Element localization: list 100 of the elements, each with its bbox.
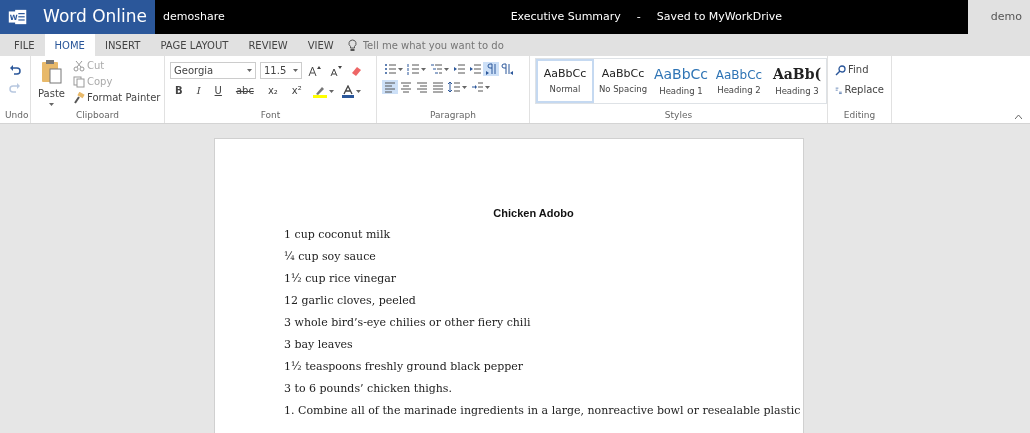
italic-button[interactable]: I [191, 83, 206, 99]
increase-indent-button[interactable] [467, 62, 483, 76]
ribbon-tab[interactable]: REVIEW [238, 34, 298, 56]
painter-button[interactable]: Format Painter [71, 90, 163, 106]
align-right-icon [416, 81, 428, 93]
grow-font-button[interactable] [306, 63, 323, 78]
justify-icon [432, 81, 444, 93]
line-spacing-button[interactable] [446, 80, 469, 94]
style-option[interactable]: AaBbCc No Spacing [594, 59, 652, 103]
ingredient-line: ¼ cup soy sauce [284, 249, 376, 264]
app-name[interactable]: Word Online [43, 4, 147, 30]
site-name[interactable]: demoshare [163, 8, 225, 26]
style-option[interactable]: AaBbCc Heading 2 [710, 59, 768, 103]
ingredient-line: 1. Combine all of the marinade ingredients in a large, nonreactive bowl or resealable plastic [284, 403, 801, 418]
font-size-dropdown[interactable]: 11.5 [260, 62, 302, 79]
paragraph-indent-button[interactable] [469, 80, 492, 94]
user-menu[interactable]: demo [968, 0, 1030, 34]
shrink-font-button[interactable] [327, 63, 344, 78]
style-name: Normal [549, 82, 581, 96]
user-name[interactable]: demo [990, 8, 1022, 26]
ingredient-line: 3 whole bird’s-eye chilies or other fiery chili [284, 315, 531, 330]
search-icon [835, 64, 846, 76]
bullet-list-icon [384, 63, 396, 75]
group-label: Font [259, 108, 282, 122]
style-sample: AaBbCc [653, 65, 709, 85]
decrease-indent-button[interactable] [451, 62, 467, 76]
replace-button[interactable]: Replace [833, 82, 886, 98]
font-color-button[interactable] [339, 83, 363, 99]
left-to-right-button[interactable] [483, 62, 499, 76]
collapse-ribbon-icon[interactable] [1015, 115, 1022, 119]
ingredient-line: 12 garlic cloves, peeled [284, 293, 416, 308]
caret-icon [398, 67, 403, 71]
bold-button[interactable]: B [170, 83, 188, 99]
group-label: Paragraph [428, 108, 478, 122]
paste-button[interactable]: Paste [36, 58, 67, 107]
scissors-icon [73, 60, 85, 72]
ribbon-tab[interactable]: INSERT [94, 34, 151, 56]
caret-icon [49, 103, 54, 106]
font-color-icon [341, 84, 354, 98]
justify-button[interactable] [430, 80, 446, 94]
redo-icon [9, 81, 21, 93]
title-separator: - [636, 8, 641, 25]
font-name: Georgia [174, 64, 214, 78]
grow-font-icon [308, 64, 321, 77]
save-status: Saved to MyWorkDrive [656, 8, 783, 25]
shrink-font-icon [329, 64, 342, 77]
underline-button[interactable]: U [209, 83, 227, 99]
strike-button[interactable]: abc [230, 83, 259, 99]
highlighter-icon [312, 84, 327, 98]
group-label: Styles [663, 108, 694, 122]
align-center-button[interactable] [398, 80, 414, 94]
font-size: 11.5 [264, 64, 287, 78]
style-name: Heading 3 [775, 85, 819, 98]
style-name: No Spacing [598, 82, 648, 96]
align-right-button[interactable] [414, 80, 430, 94]
paintbrush-icon [73, 92, 85, 104]
right-to-left-button[interactable] [499, 62, 515, 76]
copy-icon [73, 76, 85, 88]
sub-button[interactable]: x₂ [262, 83, 283, 99]
multilevel-list-button[interactable] [428, 62, 451, 76]
ribbon-tab[interactable]: HOME [44, 34, 95, 56]
group-label: Editing [842, 108, 877, 122]
clipboard-icon [40, 59, 63, 85]
ingredient-line: 1½ cup rice vinegar [284, 271, 397, 286]
style-option[interactable]: AaBb( Heading 3 [768, 59, 826, 103]
ribbon-tab[interactable]: VIEW [297, 34, 344, 56]
caret-icon [462, 85, 467, 89]
decrease-indent-icon [453, 63, 465, 75]
font-name-dropdown[interactable]: Georgia [170, 62, 256, 79]
ribbon-tab[interactable]: PAGE LAYOUT [150, 34, 239, 56]
style-name: Heading 2 [717, 83, 761, 97]
find-button[interactable]: Find [833, 62, 886, 78]
style-sample: AaBb( [772, 65, 822, 85]
ingredient-line: 1 cup coconut milk [284, 227, 391, 242]
style-option[interactable]: AaBbCc Heading 1 [652, 59, 710, 103]
style-sample: AaBbCc [543, 66, 587, 83]
undo-icon [9, 63, 21, 75]
ingredient-line: 3 bay leaves [284, 337, 353, 352]
increase-indent-icon [469, 63, 481, 75]
document-title[interactable]: Executive Summary [510, 8, 621, 26]
tell-me-field[interactable]: Tell me what you want to do [347, 34, 531, 56]
left-to-right-icon [485, 63, 497, 75]
style-option[interactable]: AaBbCc Normal [536, 59, 594, 103]
sup-button[interactable]: x² [286, 83, 307, 99]
caret-icon [355, 89, 361, 93]
style-sample: AaBbCc [601, 66, 645, 83]
ingredient-line: 1½ teaspoons freshly ground black pepper [284, 359, 524, 374]
numbered-list-icon [407, 63, 419, 75]
ingredient-line: 3 to 6 pounds’ chicken thighs. [284, 381, 452, 396]
align-left-button[interactable] [382, 80, 398, 94]
document-heading: Chicken Adobo [492, 206, 575, 221]
align-center-icon [400, 81, 412, 93]
eraser-icon [350, 64, 362, 77]
lightbulb-icon [347, 38, 357, 52]
numbered-list-button[interactable] [405, 62, 428, 76]
caret-icon [421, 67, 426, 71]
bullet-list-button[interactable] [382, 62, 405, 76]
caret-icon [293, 69, 298, 72]
caret-icon [328, 89, 334, 93]
ribbon-tab[interactable]: FILE [4, 34, 45, 56]
